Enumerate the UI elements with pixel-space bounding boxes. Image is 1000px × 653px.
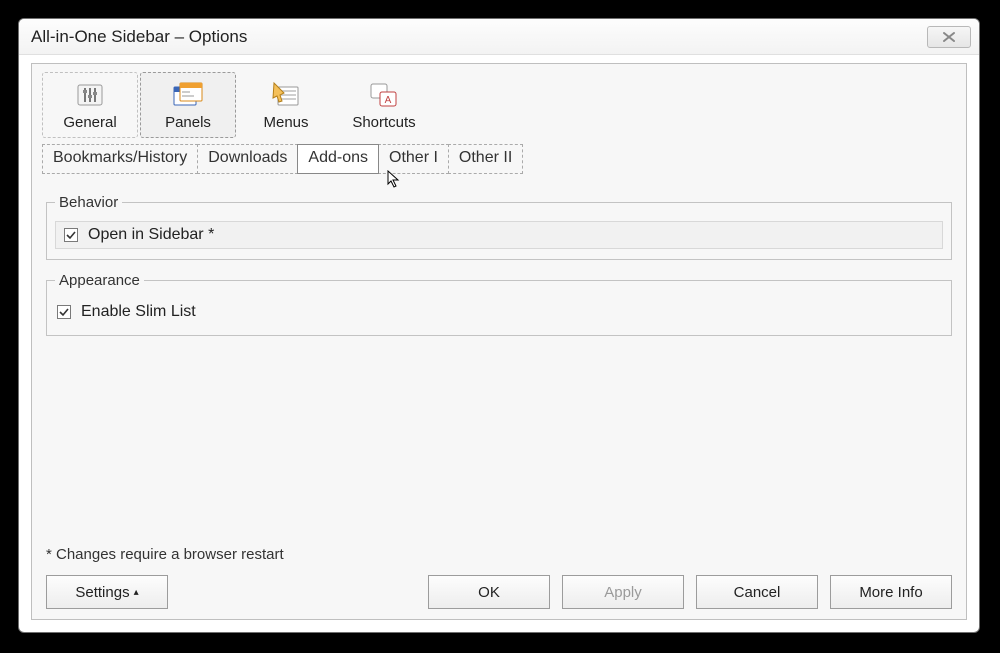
slider-icon — [73, 80, 107, 110]
open-in-sidebar-checkbox[interactable] — [64, 228, 78, 242]
open-in-sidebar-label: Open in Sidebar * — [88, 226, 214, 244]
dialog-body: General Panels — [31, 63, 967, 620]
spacer — [42, 336, 956, 540]
restart-footnote: * Changes require a browser restart — [42, 540, 956, 565]
behavior-legend: Behavior — [55, 194, 122, 211]
menus-icon — [269, 80, 303, 110]
close-button[interactable] — [927, 26, 971, 48]
tab-other-1[interactable]: Other I — [378, 144, 449, 174]
tab-add-ons[interactable]: Add-ons — [297, 144, 379, 174]
tab-other-2[interactable]: Other II — [448, 144, 523, 174]
tab-bookmarks-history[interactable]: Bookmarks/History — [42, 144, 198, 174]
behavior-group: Behavior Open in Sidebar * — [46, 194, 952, 260]
appearance-legend: Appearance — [55, 272, 144, 289]
apply-button-label: Apply — [604, 584, 642, 601]
enable-slim-list-label: Enable Slim List — [81, 303, 196, 321]
close-icon — [941, 31, 957, 43]
category-menus[interactable]: Menus — [238, 72, 334, 138]
panel-tabs: Bookmarks/History Downloads Add-ons Othe… — [42, 144, 956, 174]
cancel-button-label: Cancel — [734, 584, 781, 601]
ok-button-label: OK — [478, 584, 500, 601]
more-info-button-label: More Info — [859, 584, 922, 601]
category-label: General — [63, 114, 116, 131]
dialog-buttons: Settings ▴ OK Apply Cancel More Info — [42, 575, 956, 609]
tab-content: Behavior Open in Sidebar * Appearance En… — [42, 182, 956, 609]
tab-downloads[interactable]: Downloads — [197, 144, 298, 174]
shortcuts-icon: A — [367, 80, 401, 110]
apply-button[interactable]: Apply — [562, 575, 684, 609]
more-info-button[interactable]: More Info — [830, 575, 952, 609]
enable-slim-list-checkbox[interactable] — [57, 305, 71, 319]
category-shortcuts[interactable]: A Shortcuts — [336, 72, 432, 138]
ok-button[interactable]: OK — [428, 575, 550, 609]
category-label: Panels — [165, 114, 211, 131]
category-label: Menus — [263, 114, 308, 131]
category-panels[interactable]: Panels — [140, 72, 236, 138]
category-label: Shortcuts — [352, 114, 415, 131]
title-bar: All-in-One Sidebar – Options — [19, 19, 979, 55]
panels-icon — [171, 80, 205, 110]
appearance-group: Appearance Enable Slim List — [46, 272, 952, 336]
open-in-sidebar-row: Open in Sidebar * — [55, 221, 943, 249]
settings-button-label: Settings — [75, 584, 129, 601]
enable-slim-list-row: Enable Slim List — [55, 299, 943, 325]
settings-button[interactable]: Settings ▴ — [46, 575, 168, 609]
cancel-button[interactable]: Cancel — [696, 575, 818, 609]
svg-text:A: A — [385, 95, 392, 106]
caret-up-icon: ▴ — [134, 587, 139, 598]
options-window: All-in-One Sidebar – Options — [18, 18, 980, 633]
window-title: All-in-One Sidebar – Options — [31, 27, 927, 47]
category-toolbar: General Panels — [42, 70, 956, 142]
category-general[interactable]: General — [42, 72, 138, 138]
